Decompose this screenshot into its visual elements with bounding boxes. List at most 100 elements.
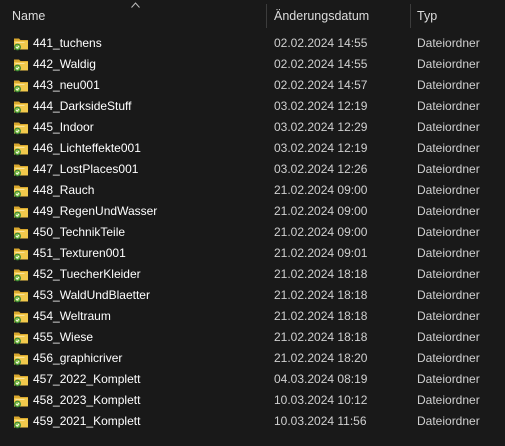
sync-status-overlay-icon: [14, 253, 21, 261]
modified-date: 03.02.2024 12:26: [274, 162, 368, 176]
item-type: Dateiordner: [417, 288, 480, 302]
file-list: 441_tuchens 02.02.2024 14:55 Dateiordner…: [0, 33, 505, 432]
modified-date: 21.02.2024 09:00: [274, 183, 368, 197]
item-type: Dateiordner: [417, 393, 480, 407]
file-list-row[interactable]: 446_Lichteffekte001 03.02.2024 12:19 Dat…: [0, 138, 505, 159]
modified-date: 02.02.2024 14:55: [274, 36, 368, 50]
folder-name: 446_Lichteffekte001: [33, 141, 141, 155]
folder-icon: [14, 290, 28, 303]
file-list-row[interactable]: 449_RegenUndWasser 21.02.2024 09:00 Date…: [0, 201, 505, 222]
sync-status-overlay-icon: [14, 421, 21, 429]
folder-name: 458_2023_Komplett: [33, 393, 141, 407]
modified-date: 04.03.2024 08:19: [274, 372, 368, 386]
sync-status-overlay-icon: [14, 127, 21, 135]
sync-status-overlay-icon: [14, 211, 21, 219]
column-header-date-modified[interactable]: Änderungsdatum: [266, 0, 408, 32]
file-list-row[interactable]: 452_TuecherKleider 21.02.2024 18:18 Date…: [0, 264, 505, 285]
folder-name: 452_TuecherKleider: [33, 267, 141, 281]
folder-name: 449_RegenUndWasser: [33, 204, 158, 218]
folder-name: 459_2021_Komplett: [33, 414, 141, 428]
folder-name: 456_graphicriver: [33, 351, 123, 365]
modified-date: 21.02.2024 18:18: [274, 288, 368, 302]
sync-status-overlay-icon: [14, 232, 21, 240]
sync-status-overlay-icon: [14, 337, 21, 345]
item-type: Dateiordner: [417, 36, 480, 50]
item-type: Dateiordner: [417, 57, 480, 71]
item-type: Dateiordner: [417, 267, 480, 281]
file-list-row[interactable]: 459_2021_Komplett 10.03.2024 11:56 Datei…: [0, 411, 505, 432]
folder-name: 442_Waldig: [33, 57, 96, 71]
modified-date: 10.03.2024 10:12: [274, 393, 368, 407]
sync-status-overlay-icon: [14, 64, 21, 72]
folder-name: 443_neu001: [33, 78, 100, 92]
folder-icon: [14, 38, 28, 51]
item-type: Dateiordner: [417, 330, 480, 344]
folder-name: 457_2022_Komplett: [33, 372, 141, 386]
folder-name: 444_DarksideStuff: [33, 99, 132, 113]
modified-date: 03.02.2024 12:19: [274, 141, 368, 155]
file-list-row[interactable]: 441_tuchens 02.02.2024 14:55 Dateiordner: [0, 33, 505, 54]
column-header-type[interactable]: Typ: [410, 0, 505, 32]
item-type: Dateiordner: [417, 99, 480, 113]
item-type: Dateiordner: [417, 246, 480, 260]
item-type: Dateiordner: [417, 78, 480, 92]
file-list-row[interactable]: 451_Texturen001 21.02.2024 09:01 Dateior…: [0, 243, 505, 264]
sync-status-overlay-icon: [14, 358, 21, 366]
folder-name: 448_Rauch: [33, 183, 95, 197]
file-list-row[interactable]: 447_LostPlaces001 03.02.2024 12:26 Datei…: [0, 159, 505, 180]
file-list-row[interactable]: 444_DarksideStuff 03.02.2024 12:19 Datei…: [0, 96, 505, 117]
folder-icon: [14, 80, 28, 93]
item-type: Dateiordner: [417, 372, 480, 386]
column-header-name[interactable]: Name: [12, 0, 262, 32]
folder-icon: [14, 143, 28, 156]
modified-date: 10.03.2024 11:56: [274, 414, 367, 428]
item-type: Dateiordner: [417, 225, 480, 239]
modified-date: 21.02.2024 18:18: [274, 267, 368, 281]
item-type: Dateiordner: [417, 414, 480, 428]
file-list-row[interactable]: 457_2022_Komplett 04.03.2024 08:19 Datei…: [0, 369, 505, 390]
folder-icon: [14, 374, 28, 387]
modified-date: 21.02.2024 18:18: [274, 330, 368, 344]
item-type: Dateiordner: [417, 351, 480, 365]
file-list-row[interactable]: 448_Rauch 21.02.2024 09:00 Dateiordner: [0, 180, 505, 201]
file-list-row[interactable]: 456_graphicriver 21.02.2024 18:20 Dateio…: [0, 348, 505, 369]
folder-name: 450_TechnikTeile: [33, 225, 126, 239]
file-list-row[interactable]: 453_WaldUndBlaetter 21.02.2024 18:18 Dat…: [0, 285, 505, 306]
folder-name: 445_Indoor: [33, 120, 94, 134]
sync-status-overlay-icon: [14, 274, 21, 282]
modified-date: 02.02.2024 14:57: [274, 78, 368, 92]
sync-status-overlay-icon: [14, 316, 21, 324]
sync-status-overlay-icon: [14, 190, 21, 198]
sync-status-overlay-icon: [14, 400, 21, 408]
modified-date: 21.02.2024 18:20: [274, 351, 368, 365]
modified-date: 21.02.2024 09:01: [274, 246, 368, 260]
file-list-row[interactable]: 455_Wiese 21.02.2024 18:18 Dateiordner: [0, 327, 505, 348]
sync-status-overlay-icon: [14, 106, 21, 114]
folder-icon: [14, 59, 28, 72]
item-type: Dateiordner: [417, 204, 480, 218]
item-type: Dateiordner: [417, 162, 480, 176]
sync-status-overlay-icon: [14, 379, 21, 387]
item-type: Dateiordner: [417, 183, 480, 197]
file-list-row[interactable]: 443_neu001 02.02.2024 14:57 Dateiordner: [0, 75, 505, 96]
folder-icon: [14, 353, 28, 366]
folder-icon: [14, 248, 28, 261]
file-list-row[interactable]: 445_Indoor 03.02.2024 12:29 Dateiordner: [0, 117, 505, 138]
modified-date: 03.02.2024 12:29: [274, 120, 368, 134]
file-list-row[interactable]: 442_Waldig 02.02.2024 14:55 Dateiordner: [0, 54, 505, 75]
sync-status-overlay-icon: [14, 148, 21, 156]
item-type: Dateiordner: [417, 120, 480, 134]
file-list-row[interactable]: 458_2023_Komplett 10.03.2024 10:12 Datei…: [0, 390, 505, 411]
item-type: Dateiordner: [417, 309, 480, 323]
sync-status-overlay-icon: [14, 85, 21, 93]
folder-icon: [14, 332, 28, 345]
folder-icon: [14, 185, 28, 198]
folder-icon: [14, 395, 28, 408]
file-list-row[interactable]: 454_Weltraum 21.02.2024 18:18 Dateiordne…: [0, 306, 505, 327]
modified-date: 03.02.2024 12:19: [274, 99, 368, 113]
folder-name: 455_Wiese: [33, 330, 94, 344]
folder-icon: [14, 122, 28, 135]
column-header-bar: Name Änderungsdatum Typ: [0, 0, 505, 32]
sync-status-overlay-icon: [14, 43, 21, 51]
file-list-row[interactable]: 450_TechnikTeile 21.02.2024 09:00 Dateio…: [0, 222, 505, 243]
